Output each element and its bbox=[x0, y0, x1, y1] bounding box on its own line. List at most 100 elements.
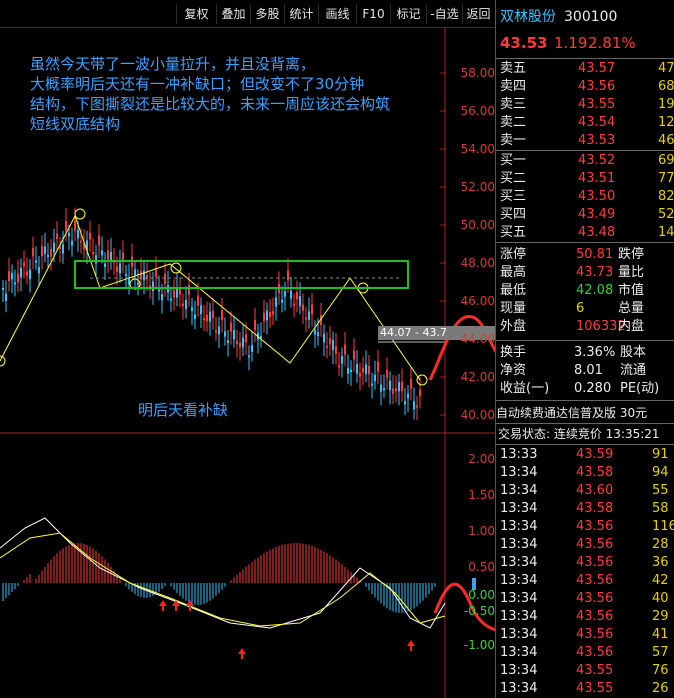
tick-row[interactable]: 13:34 43.58 94 bbox=[496, 464, 674, 482]
bid-label: 买五 bbox=[500, 225, 527, 240]
ask-label: 卖四 bbox=[500, 79, 527, 94]
tick-volume: 91 bbox=[652, 447, 669, 462]
tick-volume: 41 bbox=[652, 627, 669, 642]
candle-body bbox=[32, 247, 34, 257]
candle-body bbox=[170, 298, 172, 301]
ask-row[interactable]: 卖三 43.55 190 bbox=[496, 96, 674, 114]
stat-row[interactable]: 换手 3.36% 股本 bbox=[496, 344, 674, 362]
tick-row[interactable]: 13:34 43.56 29 bbox=[496, 608, 674, 626]
ask-price: 43.54 bbox=[578, 115, 616, 130]
candle-body bbox=[137, 282, 139, 285]
tick-row[interactable]: 13:33 43.59 91 bbox=[496, 446, 674, 464]
candle-body bbox=[8, 271, 10, 282]
divider bbox=[496, 423, 674, 424]
candle-body bbox=[89, 232, 91, 240]
ask-label: 卖五 bbox=[500, 61, 527, 76]
ask-row[interactable]: 卖五 43.57 47 bbox=[496, 60, 674, 78]
candle-body bbox=[194, 314, 196, 319]
tick-time: 13:34 bbox=[500, 627, 538, 642]
candle-body bbox=[224, 331, 226, 337]
candle-body bbox=[302, 304, 304, 311]
candle-body bbox=[110, 252, 112, 262]
candle-body bbox=[239, 342, 241, 348]
signal-arrow-icon bbox=[238, 648, 246, 659]
mark-button[interactable]: 标记 bbox=[390, 4, 426, 24]
candle-body bbox=[212, 311, 214, 319]
candle-body bbox=[347, 368, 349, 374]
candle-body bbox=[329, 338, 331, 345]
candle-body bbox=[305, 317, 307, 320]
bid-row[interactable]: 买四 43.49 52 bbox=[496, 206, 674, 224]
tick-price: 43.56 bbox=[576, 645, 614, 660]
stat-label: 最低 bbox=[500, 283, 527, 298]
tick-volume: 29 bbox=[652, 609, 669, 624]
stat-row[interactable]: 现量 6 总量 bbox=[496, 300, 674, 318]
candle-body bbox=[173, 289, 175, 298]
tick-row[interactable]: 13:34 43.55 76 bbox=[496, 662, 674, 680]
tick-row[interactable]: 13:34 43.56 28 bbox=[496, 536, 674, 554]
candle-body bbox=[65, 221, 67, 231]
ask-row[interactable]: 卖一 43.53 46 bbox=[496, 132, 674, 150]
price-change: 1.19 bbox=[554, 34, 588, 52]
divider bbox=[496, 58, 674, 59]
candle-body bbox=[272, 311, 274, 315]
tick-time: 13:34 bbox=[500, 663, 538, 678]
overlay-button[interactable]: 叠加 bbox=[216, 4, 250, 24]
tick-volume: 76 bbox=[652, 663, 669, 678]
f10-button[interactable]: F10 bbox=[356, 4, 390, 24]
back-button[interactable]: 返回 bbox=[462, 4, 494, 24]
bid-row[interactable]: 买一 43.52 69 bbox=[496, 152, 674, 170]
candle-body bbox=[47, 254, 49, 257]
tick-row[interactable]: 13:34 43.55 26 bbox=[496, 680, 674, 698]
candle-body bbox=[191, 307, 193, 311]
candle-body bbox=[44, 246, 46, 254]
gap-box bbox=[74, 260, 409, 289]
stat-row[interactable]: 净资 8.01 流通 bbox=[496, 362, 674, 380]
tick-price: 43.55 bbox=[576, 663, 614, 678]
tick-row[interactable]: 13:34 43.56 57 bbox=[496, 644, 674, 662]
stat-row[interactable]: 最高 43.73 量比 bbox=[496, 264, 674, 282]
candle-body bbox=[356, 364, 358, 374]
adjust-button[interactable]: 复权 bbox=[176, 4, 216, 24]
candle-body bbox=[14, 282, 16, 285]
renewal-ad[interactable]: 自动续费通达信普及版 30元 bbox=[496, 404, 674, 422]
tick-time: 13:33 bbox=[500, 447, 538, 462]
tick-row[interactable]: 13:34 43.56 41 bbox=[496, 626, 674, 644]
statistics-button[interactable]: 统计 bbox=[284, 4, 318, 24]
remove-watchlist-button[interactable]: -自选 bbox=[426, 4, 462, 24]
tick-row[interactable]: 13:34 43.56 36 bbox=[496, 554, 674, 572]
stat-label: 现量 bbox=[500, 301, 527, 316]
stat-label: 量比 bbox=[618, 265, 645, 280]
candle-body bbox=[281, 299, 283, 303]
ask-row[interactable]: 卖二 43.54 12 bbox=[496, 114, 674, 132]
candle-body bbox=[122, 253, 124, 261]
tick-row[interactable]: 13:34 43.56 40 bbox=[496, 590, 674, 608]
price-axis-label: 56.00 bbox=[460, 104, 495, 118]
stat-row[interactable]: 涨停 50.81 跌停 bbox=[496, 246, 674, 264]
ask-volume: 190 bbox=[658, 97, 674, 112]
candle-body bbox=[95, 255, 97, 264]
draw-line-button[interactable]: 画线 bbox=[318, 4, 356, 24]
multi-stock-button[interactable]: 多股 bbox=[250, 4, 284, 24]
price-axis-label: 48.00 bbox=[460, 256, 495, 270]
zigzag-marker bbox=[0, 355, 6, 367]
candle-body bbox=[29, 269, 31, 280]
candle-body bbox=[245, 334, 247, 343]
tick-row[interactable]: 13:34 43.60 55 bbox=[496, 482, 674, 500]
candle-body bbox=[2, 288, 4, 290]
ask-row[interactable]: 卖四 43.56 68 bbox=[496, 78, 674, 96]
stat-label: PE(动) bbox=[620, 381, 660, 396]
tick-row[interactable]: 13:34 43.58 58 bbox=[496, 500, 674, 518]
bid-row[interactable]: 买五 43.48 148 bbox=[496, 224, 674, 242]
bid-row[interactable]: 买二 43.51 77 bbox=[496, 170, 674, 188]
tick-time: 13:34 bbox=[500, 591, 538, 606]
kline-chart-area[interactable]: 虽然今天带了一波小量拉升，并且没背离， 大概率明后天还有一冲补缺口；但改变不了3… bbox=[0, 28, 496, 698]
stat-row[interactable]: 收益(一) 0.280 PE(动) bbox=[496, 380, 674, 398]
stat-row[interactable]: 外盘 106332 内盘 bbox=[496, 318, 674, 336]
stat-row[interactable]: 最低 42.08 市值 bbox=[496, 282, 674, 300]
tick-volume: 116 bbox=[652, 519, 674, 534]
bid-row[interactable]: 买三 43.50 82 bbox=[496, 188, 674, 206]
tick-row[interactable]: 13:34 43.56 116 bbox=[496, 518, 674, 536]
candle-body bbox=[260, 335, 262, 338]
tick-row[interactable]: 13:34 43.56 42 bbox=[496, 572, 674, 590]
